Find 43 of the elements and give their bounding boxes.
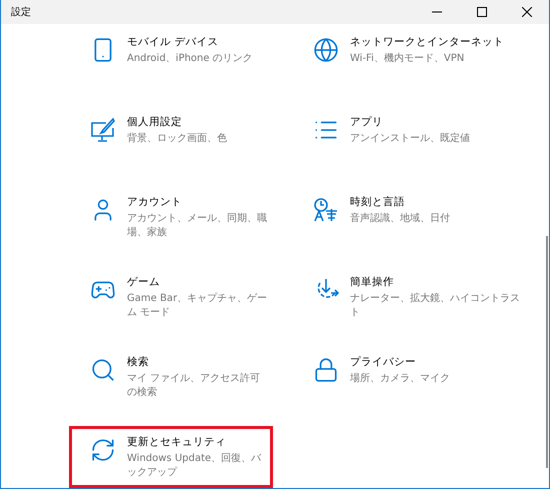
settings-item[interactable]: 時刻と言語 音声認識、地域、日付 [292,186,532,248]
settings-item[interactable]: ネットワークとインターネット Wi-Fi、機内モード、VPN [292,26,532,88]
window-title: 設定 [11,6,32,19]
item-description: 場所、カメラ、マイク [350,372,450,386]
item-title: 時刻と言語 [350,195,406,209]
close-icon [522,7,532,17]
maximize-icon [476,7,486,17]
settings-item[interactable]: 簡単操作 ナレーター、拡大鏡、ハイコントラスト [292,266,532,328]
item-title: 簡単操作 [350,275,395,289]
item-title: 個人用設定 [127,115,183,129]
item-description: マイ ファイル、アクセス許可の検索 [127,372,262,399]
item-description: Game Bar、キャプチャ、ゲーム モード [127,292,268,319]
scrollbar[interactable] [546,236,548,468]
highlighted-settings-item[interactable]: 更新とセキュリティ Windows Update、回復、バックアップ [69,426,273,488]
settings-item[interactable]: プライバシー 場所、カメラ、マイク [292,346,532,408]
item-title: アプリ [350,115,384,129]
clock-language-icon [313,197,339,223]
globe-icon [313,37,339,63]
settings-item[interactable]: 個人用設定 背景、ロック画面、色 [69,106,273,168]
settings-item[interactable]: ゲーム Game Bar、キャプチャ、ゲーム モード [69,266,273,328]
settings-item[interactable]: 検索 マイ ファイル、アクセス許可の検索 [69,346,273,408]
item-description: Android、iPhone のリンク [127,52,253,66]
item-description: アカウント、メール、同期、職場、家族 [127,212,268,239]
sync-icon [90,437,116,463]
lock-icon [313,357,339,383]
search-icon [90,357,116,383]
item-title: 更新とセキュリティ [127,435,227,449]
settings-item[interactable]: モバイル デバイス Android、iPhone のリンク [69,26,273,88]
item-title: モバイル デバイス [127,35,220,49]
item-description: 背景、ロック画面、色 [127,132,227,146]
item-description: Windows Update、回復、バックアップ [127,452,262,479]
item-title: プライバシー [350,355,417,369]
settings-item[interactable]: アプリ アンインストール、既定値 [292,106,532,168]
item-description: アンインストール、既定値 [350,132,470,146]
item-description: Wi-Fi、機内モード、VPN [350,52,466,66]
item-description: 音声認識、地域、日付 [350,212,450,226]
item-title: ゲーム [127,275,161,289]
monitor-brush-icon [90,117,116,143]
item-title: 検索 [127,355,150,369]
item-description: ナレーター、拡大鏡、ハイコントラスト [350,292,521,319]
item-title: ネットワークとインターネット [350,35,504,49]
item-title: アカウント [127,195,183,209]
settings-item[interactable]: アカウント アカウント、メール、同期、職場、家族 [69,186,273,248]
